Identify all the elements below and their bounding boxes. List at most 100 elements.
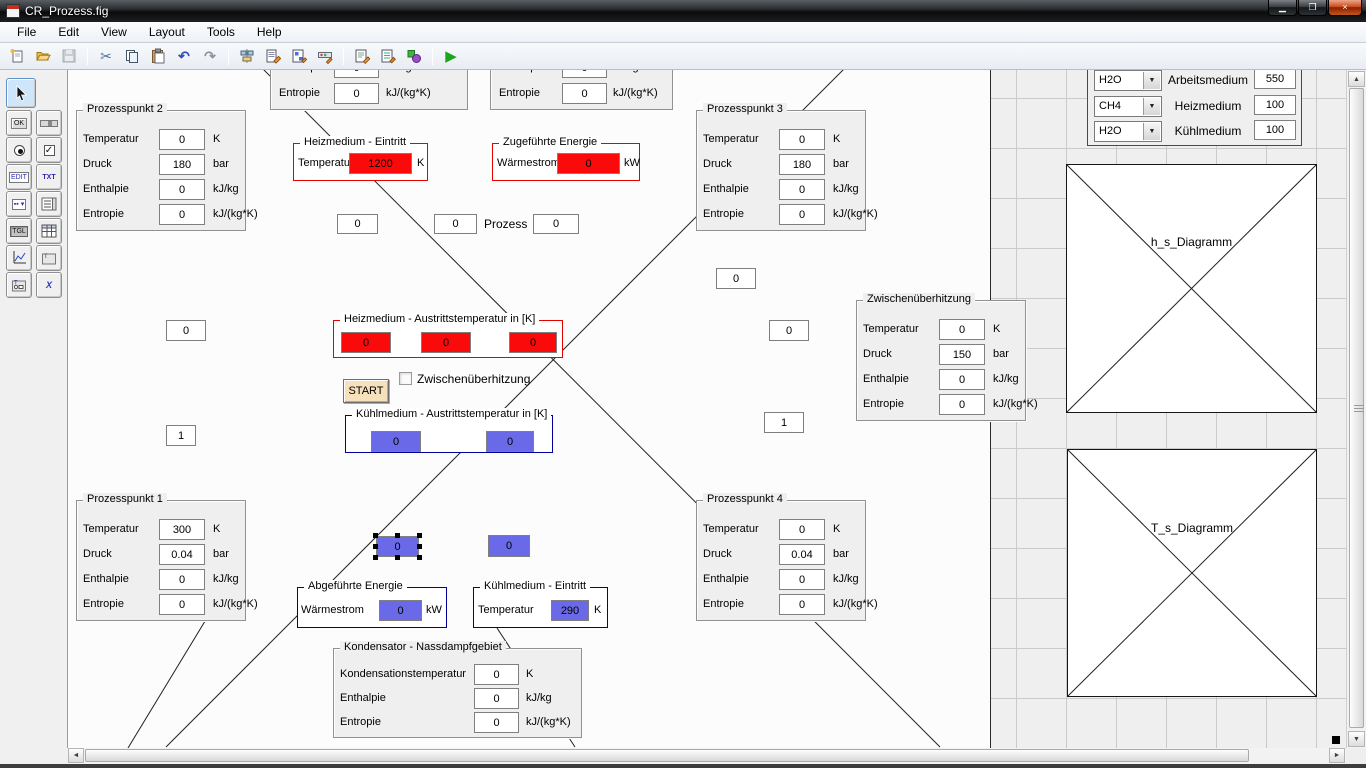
scroll-left-button[interactable]: ◄ xyxy=(68,748,84,763)
selection-handle[interactable] xyxy=(373,555,378,560)
austritt-temp-field-1[interactable] xyxy=(341,332,391,353)
restore-button[interactable]: ❐ xyxy=(1298,0,1327,16)
temperatur-field[interactable] xyxy=(779,129,825,150)
object-browser-button[interactable] xyxy=(402,45,426,67)
axes-tool[interactable] xyxy=(6,245,32,271)
enthalpie-field[interactable] xyxy=(779,179,825,200)
panel-heizmedium-eintritt[interactable]: Heizmedium - Eintritt Temperatur K xyxy=(293,143,428,181)
entropie-field[interactable] xyxy=(562,83,607,104)
property-inspector-button[interactable] xyxy=(376,45,400,67)
entropie-field[interactable] xyxy=(159,204,205,225)
entropie-field[interactable] xyxy=(159,594,205,615)
panel-medium-selection[interactable]: H2O ▼ Arbeitsmedium CH4 ▼ Heizmedium H2O… xyxy=(1087,70,1302,146)
paste-button[interactable] xyxy=(146,45,170,67)
open-file-button[interactable] xyxy=(31,45,55,67)
panel-kondensator[interactable]: Kondensator - Nassdampfgebiet Kondensati… xyxy=(333,648,582,738)
enthalpie-field[interactable] xyxy=(159,179,205,200)
panel-tool[interactable]: T xyxy=(36,245,62,271)
panel-zugefuehrte-energie[interactable]: Zugeführte Energie Wärmestrom kW xyxy=(492,143,640,181)
popup-menu-tool[interactable]: ▪▪ ▾ xyxy=(6,191,32,217)
minimize-button[interactable]: ▁ xyxy=(1268,0,1297,16)
figure-resize-handle[interactable] xyxy=(1332,736,1340,744)
druck-field[interactable] xyxy=(779,154,825,175)
kuehl-austritt-field-2[interactable] xyxy=(486,431,534,452)
horizontal-scrollbar[interactable]: ◄ ► xyxy=(68,748,1346,764)
enthalpie-field[interactable] xyxy=(159,569,205,590)
select-tool-button[interactable] xyxy=(6,78,36,108)
menu-layout[interactable]: Layout xyxy=(138,22,196,42)
selection-handle[interactable] xyxy=(395,533,400,538)
save-button[interactable] xyxy=(57,45,81,67)
panel-kuehlmedium-eintritt[interactable]: Kühlmedium - Eintritt Temperatur K xyxy=(473,587,608,628)
slider-tool[interactable] xyxy=(36,110,62,136)
temperatur-field[interactable] xyxy=(939,319,985,340)
redo-button[interactable]: ↷ xyxy=(198,45,222,67)
loose-field-top-b[interactable] xyxy=(434,214,477,234)
druck-field[interactable] xyxy=(159,544,205,565)
button-group-tool[interactable]: T xyxy=(6,272,32,298)
toolbar-editor-button[interactable] xyxy=(313,45,337,67)
selection-handle[interactable] xyxy=(373,533,378,538)
ts-diagram-axes[interactable]: T_s_Diagramm xyxy=(1067,449,1317,697)
entropie-field[interactable] xyxy=(779,204,825,225)
austritt-temp-field-2[interactable] xyxy=(421,332,471,353)
panel-abgefuehrte-energie[interactable]: Abgeführte Energie Wärmestrom kW xyxy=(297,587,447,628)
waermestrom-field[interactable] xyxy=(557,153,620,174)
menu-file[interactable]: File xyxy=(6,22,47,42)
menu-edit[interactable]: Edit xyxy=(47,22,90,42)
selection-handle[interactable] xyxy=(417,555,422,560)
vertical-scroll-thumb[interactable] xyxy=(1349,88,1364,728)
panel-heizmedium-austritt[interactable]: Heizmedium - Austrittstemperatur in [K] xyxy=(333,320,563,358)
blue-field-second[interactable] xyxy=(488,535,530,557)
druck-field[interactable] xyxy=(159,154,205,175)
chevron-down-icon[interactable]: ▼ xyxy=(1143,123,1160,140)
menu-editor-button[interactable] xyxy=(261,45,285,67)
new-file-button[interactable] xyxy=(5,45,29,67)
temperatur-field[interactable] xyxy=(779,519,825,540)
entropie-field[interactable] xyxy=(474,712,519,733)
run-button[interactable]: ▶ xyxy=(439,45,463,67)
selection-handle[interactable] xyxy=(417,544,422,549)
scroll-right-button[interactable]: ► xyxy=(1329,748,1345,763)
menu-tools[interactable]: Tools xyxy=(196,22,246,42)
layout-canvas[interactable]: Enthalpie kJ/kg Entropie kJ/(kg*K) Entha… xyxy=(68,70,1346,748)
close-button[interactable]: × xyxy=(1328,0,1362,16)
kuehlmedium-value-field[interactable] xyxy=(1254,120,1296,140)
menu-view[interactable]: View xyxy=(90,22,138,42)
table-tool[interactable] xyxy=(36,218,62,244)
selection-handle[interactable] xyxy=(417,533,422,538)
tab-order-editor-button[interactable] xyxy=(287,45,311,67)
entropie-field[interactable] xyxy=(939,394,985,415)
enthalpie-field[interactable] xyxy=(562,70,607,78)
selected-blue-field[interactable] xyxy=(376,536,419,557)
align-objects-button[interactable] xyxy=(235,45,259,67)
kuehl-austritt-field-1[interactable] xyxy=(371,431,421,452)
push-button-tool[interactable]: OK xyxy=(6,110,32,136)
druck-field[interactable] xyxy=(939,344,985,365)
panel-prozesspunkt-3[interactable]: Prozesspunkt 3 Temperatur K Druck bar En… xyxy=(696,110,866,231)
loose-field-right-upper[interactable] xyxy=(716,268,756,289)
arbeitsmedium-dropdown[interactable]: H2O ▼ xyxy=(1094,70,1162,91)
zwischenueberhitzung-checkbox[interactable] xyxy=(399,372,412,385)
scroll-down-button[interactable]: ▼ xyxy=(1348,731,1365,747)
panel-kuehlmedium-austritt[interactable]: Kühlmedium - Austrittstemperatur in [K] xyxy=(345,415,553,453)
temperatur-field[interactable] xyxy=(159,129,205,150)
panel-prozesspunkt-1[interactable]: Prozesspunkt 1 Temperatur K Druck bar En… xyxy=(76,500,246,621)
enthalpie-field[interactable] xyxy=(939,369,985,390)
loose-field-top-c[interactable] xyxy=(533,214,579,234)
loose-field-left-mid[interactable] xyxy=(166,320,206,341)
panel-top-partial-right[interactable]: Enthalpie kJ/kg Entropie kJ/(kg*K) xyxy=(490,70,673,110)
chevron-down-icon[interactable]: ▼ xyxy=(1143,72,1160,89)
entropie-field[interactable] xyxy=(779,594,825,615)
undo-button[interactable]: ↶ xyxy=(172,45,196,67)
kuehlmedium-eintritt-temperatur-field[interactable] xyxy=(551,600,589,621)
panel-prozesspunkt-4[interactable]: Prozesspunkt 4 Temperatur K Druck bar En… xyxy=(696,500,866,621)
start-button[interactable]: START xyxy=(343,379,389,403)
toggle-button-tool[interactable]: TGL xyxy=(6,218,32,244)
waermestrom-field[interactable] xyxy=(379,600,422,621)
temperatur-field[interactable] xyxy=(159,519,205,540)
kuehlmedium-dropdown[interactable]: H2O ▼ xyxy=(1094,121,1162,142)
panel-zwischenueberhitzung[interactable]: Zwischenüberhitzung Temperatur K Druck b… xyxy=(856,300,1026,421)
selection-handle[interactable] xyxy=(395,555,400,560)
selection-handle[interactable] xyxy=(373,544,378,549)
